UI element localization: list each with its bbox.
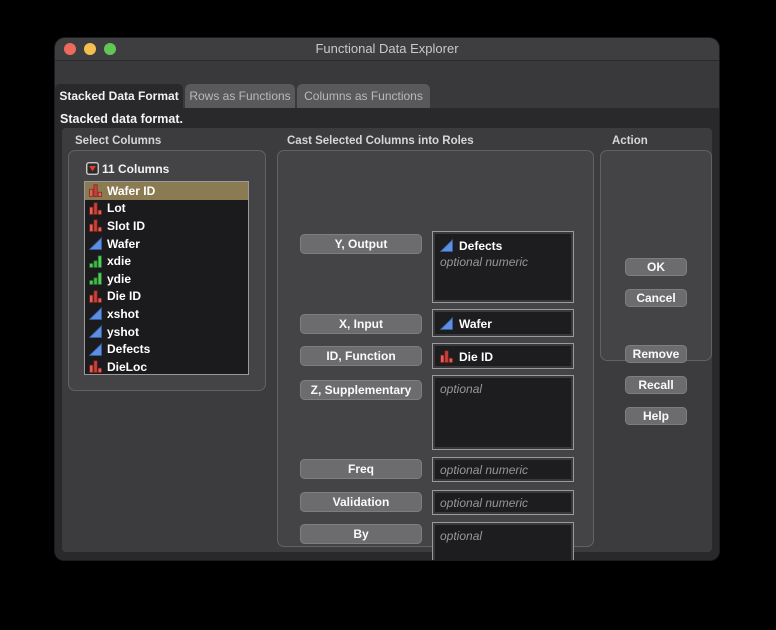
column-item-label: Defects	[107, 342, 151, 357]
column-item-label: xshot	[107, 306, 140, 321]
continuous-icon	[89, 307, 102, 321]
role-entry-label: Defects	[459, 238, 503, 253]
columns-header: 11 Columns	[86, 161, 169, 176]
ordinal-icon	[89, 272, 102, 286]
column-item-die-id[interactable]: Die ID	[85, 288, 248, 306]
role-entry-defects[interactable]: Defects	[440, 237, 566, 254]
tab-pane: Stacked data format. Select Columns 11 C…	[55, 108, 719, 560]
by-placeholder: optional	[440, 529, 483, 543]
column-item-label: ydie	[107, 271, 132, 286]
continuous-icon	[89, 325, 102, 338]
freq-placeholder: optional numeric	[440, 463, 529, 477]
z-supplementary-placeholder: optional	[440, 382, 483, 396]
nominal-icon	[440, 350, 453, 363]
ordinal-icon	[89, 255, 102, 268]
tab-columns-as-functions[interactable]: Columns as Functions	[297, 84, 430, 108]
continuous-icon	[440, 317, 453, 330]
ok-button[interactable]: OK	[625, 258, 687, 276]
id-function-role-box[interactable]: Die ID	[432, 343, 574, 369]
dialog-content: Select Columns 11 Columns Wafer ID Lot Slo…	[62, 128, 712, 560]
by-role-button[interactable]: By	[300, 524, 422, 544]
column-item-label: Slot ID	[107, 218, 145, 233]
nominal-icon	[89, 360, 102, 374]
cancel-button[interactable]: Cancel	[625, 289, 687, 307]
validation-role-box[interactable]: optional numeric	[432, 490, 574, 515]
role-entry-wafer[interactable]: Wafer	[440, 315, 566, 332]
column-item-xshot[interactable]: xshot	[85, 305, 248, 323]
tab-strip: Stacked Data Format Rows as Functions Co…	[55, 84, 719, 108]
column-item-ydie[interactable]: ydie	[85, 270, 248, 288]
cast-roles-label: Cast Selected Columns into Roles	[287, 135, 474, 147]
nominal-icon	[89, 219, 102, 233]
validation-role-button[interactable]: Validation	[300, 492, 422, 512]
help-button[interactable]: Help	[625, 407, 687, 425]
y-output-role-button[interactable]: Y, Output	[300, 234, 422, 254]
column-item-lot[interactable]: Lot	[85, 200, 248, 218]
select-columns-label: Select Columns	[75, 135, 162, 147]
column-item-wafer[interactable]: Wafer	[85, 235, 248, 253]
column-item-defects[interactable]: Defects	[85, 340, 248, 358]
id-function-role-button[interactable]: ID, Function	[300, 346, 422, 366]
tab-stacked-data-format[interactable]: Stacked Data Format	[55, 84, 183, 108]
z-supplementary-role-button[interactable]: Z, Supplementary	[300, 380, 422, 400]
nominal-icon	[89, 290, 102, 303]
validation-placeholder: optional numeric	[440, 496, 529, 510]
role-entry-label: Die ID	[459, 349, 494, 364]
column-item-label: Wafer ID	[107, 183, 156, 198]
continuous-icon	[89, 237, 102, 250]
column-item-dieloc[interactable]: DieLoc	[85, 358, 248, 374]
column-item-label: Die ID	[107, 289, 142, 304]
nominal-icon	[89, 202, 102, 215]
column-item-slot-id[interactable]: Slot ID	[85, 217, 248, 235]
title-bar: Functional Data Explorer	[55, 38, 719, 61]
red-disclosure-triangle-icon[interactable]	[86, 162, 99, 175]
action-groupbox	[600, 150, 712, 361]
freq-role-button[interactable]: Freq	[300, 459, 422, 479]
format-description: Stacked data format.	[60, 112, 183, 126]
columns-list[interactable]: Wafer ID Lot Slot ID Wafer xdie ydie Die ID xsh…	[84, 181, 249, 375]
tab-rows-as-functions[interactable]: Rows as Functions	[185, 84, 295, 108]
role-entry-label: Wafer	[459, 316, 492, 331]
column-item-label: xdie	[107, 254, 132, 269]
column-item-label: yshot	[107, 324, 140, 339]
nominal-icon	[89, 184, 102, 198]
recall-button[interactable]: Recall	[625, 376, 687, 394]
column-item-label: DieLoc	[107, 359, 148, 374]
x-input-role-box[interactable]: Wafer	[432, 309, 574, 337]
functional-data-explorer-window: Functional Data Explorer Stacked Data Fo…	[55, 38, 719, 560]
column-item-xdie[interactable]: xdie	[85, 252, 248, 270]
y-output-role-box[interactable]: Defects optional numeric	[432, 231, 574, 303]
window-title: Functional Data Explorer	[315, 41, 459, 56]
columns-count-label: 11 Columns	[102, 161, 170, 176]
y-output-placeholder: optional numeric	[440, 255, 529, 269]
z-supplementary-role-box[interactable]: optional	[432, 375, 574, 450]
continuous-icon	[440, 239, 453, 252]
select-columns-groupbox: 11 Columns Wafer ID Lot Slot ID Wafer xdie yd…	[68, 150, 266, 391]
column-item-label: Lot	[107, 201, 126, 216]
role-entry-die-id[interactable]: Die ID	[440, 348, 566, 365]
x-input-role-button[interactable]: X, Input	[300, 314, 422, 334]
column-item-label: Wafer	[107, 236, 140, 251]
remove-button[interactable]: Remove	[625, 345, 687, 363]
continuous-icon	[89, 342, 102, 356]
column-item-yshot[interactable]: yshot	[85, 323, 248, 341]
action-label: Action	[612, 135, 648, 147]
column-item-wafer-id[interactable]: Wafer ID	[85, 182, 248, 200]
freq-role-box[interactable]: optional numeric	[432, 457, 574, 482]
by-role-box[interactable]: optional	[432, 522, 574, 560]
